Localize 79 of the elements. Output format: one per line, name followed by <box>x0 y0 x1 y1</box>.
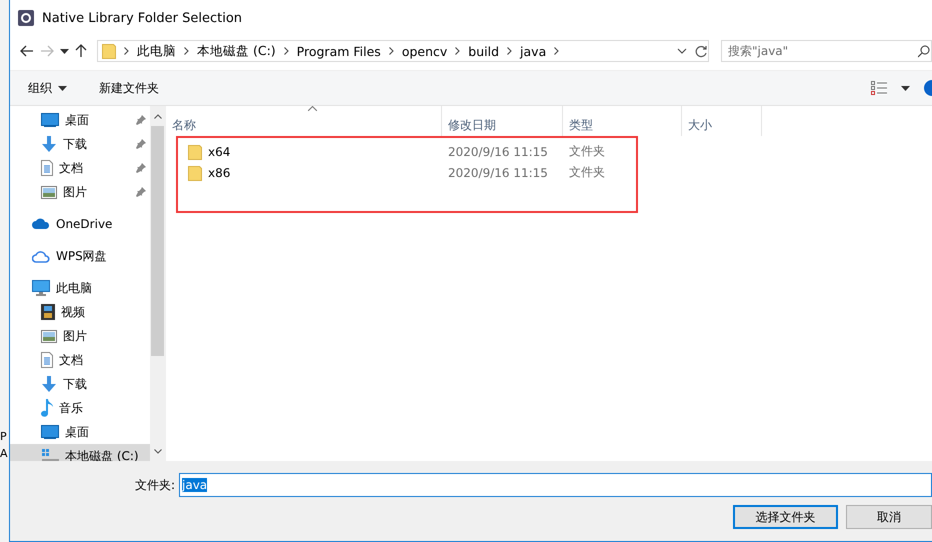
background-text: P <box>0 429 8 445</box>
down-arrow-icon <box>41 376 57 392</box>
down-arrow-icon <box>41 136 57 152</box>
column-header[interactable]: 类型 <box>563 106 682 136</box>
back-arrow-icon[interactable] <box>20 45 34 57</box>
breadcrumb-item[interactable]: Program Files <box>296 44 381 58</box>
breadcrumb-item[interactable]: java <box>520 44 546 58</box>
sidebar-item[interactable]: 下载 <box>10 132 150 156</box>
sidebar-item[interactable]: 桌面 <box>10 420 150 444</box>
modified-date: 2020/9/16 11:15 <box>447 166 549 180</box>
music-note-icon <box>41 399 53 417</box>
new-folder-button[interactable]: 新建文件夹 <box>97 78 161 98</box>
address-bar[interactable]: 此电脑 本地磁盘 (C:) Program Files opencv build java <box>97 40 709 62</box>
breadcrumb-item[interactable]: build <box>468 44 500 58</box>
sort-caret-icon <box>308 106 317 111</box>
picture-icon <box>41 330 57 342</box>
caret-icon <box>58 86 67 90</box>
cloud-icon <box>32 250 50 262</box>
column-header[interactable]: 名称 <box>166 106 442 136</box>
chevron-right-icon[interactable] <box>284 47 289 55</box>
view-icon[interactable] <box>871 81 887 95</box>
breadcrumb-item[interactable]: 此电脑 <box>137 42 176 60</box>
organize-button[interactable]: 组织 <box>26 78 69 98</box>
folder-icon <box>102 43 116 59</box>
cancel-button[interactable]: 取消 <box>846 505 932 529</box>
app-icon <box>18 10 34 26</box>
up-arrow-icon[interactable] <box>75 44 87 58</box>
sidebar-item[interactable]: 本地磁盘 (C:) <box>10 444 150 461</box>
folder-icon <box>188 144 202 160</box>
sidebar-item[interactable]: 图片 <box>10 180 150 204</box>
film-icon <box>41 304 55 320</box>
chevron-right-icon[interactable] <box>124 47 129 55</box>
chevron-right-icon[interactable] <box>554 47 560 55</box>
chevron-right-icon[interactable] <box>388 47 394 55</box>
file-type: 文件夹 <box>568 164 606 181</box>
folder-label: 文件夹: <box>134 476 176 494</box>
modified-date: 2020/9/16 11:15 <box>447 144 549 158</box>
computer-icon <box>32 280 50 296</box>
cloud-icon <box>32 218 50 230</box>
monitor-icon <box>41 113 59 127</box>
breadcrumb-item[interactable]: opencv <box>402 44 448 58</box>
document-icon <box>41 352 53 368</box>
window-title: Native Library Folder Selection <box>42 10 242 26</box>
folder-icon <box>188 164 202 180</box>
chevron-right-icon[interactable] <box>455 47 460 55</box>
sidebar-item[interactable]: 此电脑 <box>10 276 150 300</box>
file-name[interactable]: x64 <box>208 144 230 158</box>
sidebar-item[interactable]: OneDrive <box>10 212 150 236</box>
document-icon <box>41 160 53 176</box>
chevron-right-icon[interactable] <box>507 47 512 55</box>
search-field[interactable]: 搜索"java" <box>721 40 932 62</box>
search-icon <box>918 45 930 58</box>
file-name[interactable]: x86 <box>208 166 230 180</box>
file-type: 文件夹 <box>568 143 606 160</box>
sidebar-item[interactable]: 下载 <box>10 372 150 396</box>
sidebar-item[interactable]: 视频 <box>10 300 150 324</box>
column-header[interactable]: 修改日期 <box>442 106 563 136</box>
background-text: A <box>0 446 9 462</box>
sidebar-item[interactable]: 音乐 <box>10 396 150 420</box>
sidebar-item[interactable]: 桌面 <box>10 108 150 132</box>
sidebar-item[interactable]: 文档 <box>10 156 150 180</box>
breadcrumb-item[interactable]: 本地磁盘 (C:) <box>197 42 276 60</box>
monitor-icon <box>41 425 59 439</box>
drive-icon <box>41 449 59 461</box>
view-menu-caret-icon <box>901 86 910 90</box>
column-header[interactable]: 大小 <box>682 106 762 136</box>
sidebar-item[interactable]: 文档 <box>10 348 150 372</box>
refresh-icon[interactable] <box>695 44 708 58</box>
select-folder-button[interactable]: 选择文件夹 <box>733 505 838 529</box>
chevron-down-icon[interactable] <box>677 48 687 54</box>
sidebar-item[interactable]: WPS网盘 <box>10 244 150 268</box>
picture-icon <box>41 186 57 198</box>
sidebar-item[interactable]: 图片 <box>10 324 150 348</box>
scroll-down-icon[interactable] <box>154 448 162 454</box>
recent-locations-icon <box>60 48 69 54</box>
scrollbar[interactable] <box>150 106 165 461</box>
chevron-right-icon[interactable] <box>184 47 189 55</box>
scroll-up-icon[interactable] <box>154 114 162 118</box>
folder-input[interactable]: java <box>179 473 932 497</box>
